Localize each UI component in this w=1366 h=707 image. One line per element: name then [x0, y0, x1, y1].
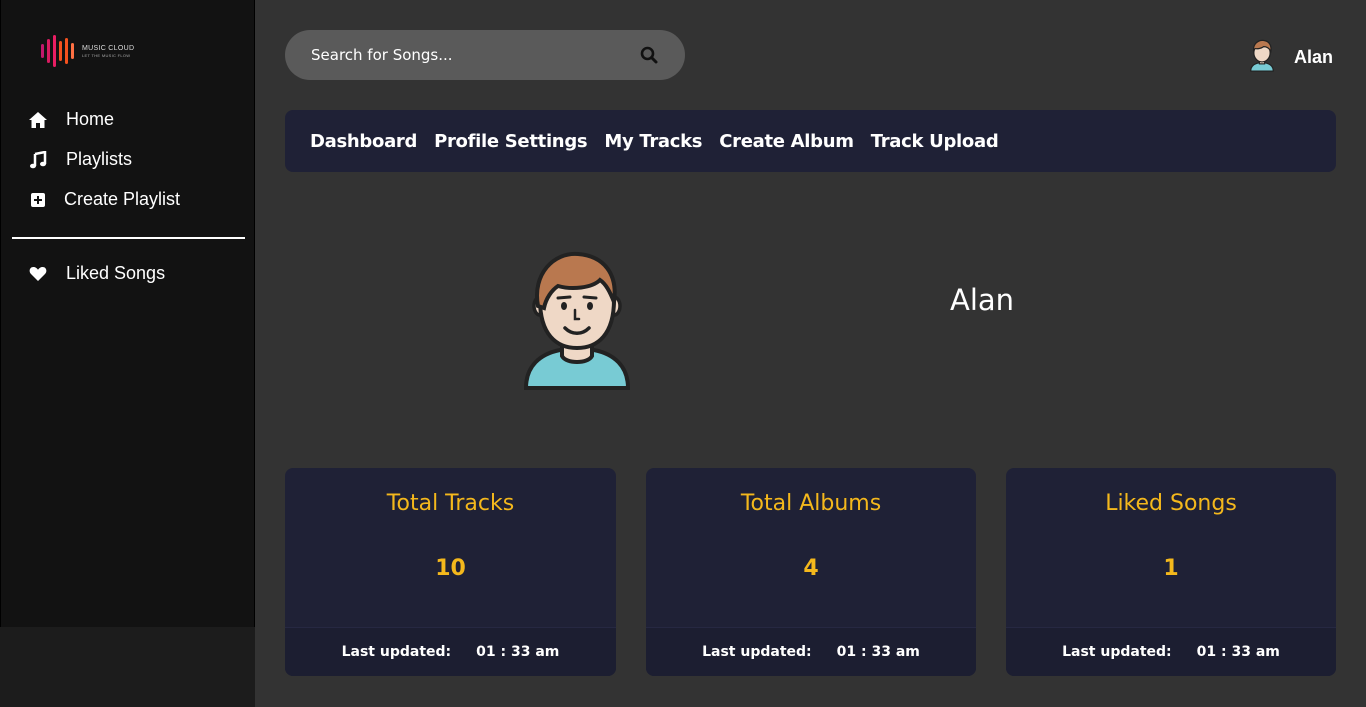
dashboard-tabs: Dashboard Profile Settings My Tracks Cre…: [285, 110, 1336, 172]
plus-square-icon: [28, 190, 48, 210]
last-updated-label: Last updated:: [341, 644, 452, 660]
sidebar-divider: [12, 237, 245, 239]
sidebar-item-liked-songs[interactable]: Liked Songs: [28, 263, 165, 284]
logo-icon: [41, 33, 74, 69]
app-logo[interactable]: MUSIC CLOUD LET THE MUSIC FLOW: [41, 33, 134, 69]
stat-title: Total Albums: [740, 491, 882, 516]
profile-avatar: [520, 248, 634, 396]
tab-create-album[interactable]: Create Album: [719, 131, 854, 152]
sidebar-item-label: Liked Songs: [66, 263, 166, 283]
last-updated-time: 01 : 33 am: [476, 644, 560, 660]
stat-footer: Last updated: 01 : 33 am: [646, 627, 976, 676]
stat-value: 10: [435, 556, 466, 581]
heart-icon: [28, 264, 48, 284]
logo-title: MUSIC CLOUD: [82, 44, 135, 52]
tab-profile-settings[interactable]: Profile Settings: [434, 131, 588, 152]
user-name: Alan: [1294, 46, 1334, 67]
sidebar-item-playlists[interactable]: Playlists: [28, 149, 132, 170]
home-icon: [28, 110, 48, 130]
last-updated-label: Last updated:: [702, 644, 812, 660]
stat-title: Total Tracks: [386, 491, 515, 516]
logo-tagline: LET THE MUSIC FLOW: [82, 52, 131, 58]
tab-track-upload[interactable]: Track Upload: [871, 131, 999, 152]
profile-name: Alan: [950, 283, 1015, 317]
stat-value: 4: [803, 556, 819, 581]
sidebar-item-create-playlist[interactable]: Create Playlist: [28, 189, 180, 210]
stat-footer: Last updated: 01 : 33 am: [285, 627, 616, 676]
sidebar-item-label: Playlists: [66, 149, 133, 169]
stat-value: 1: [1163, 556, 1179, 581]
stat-card-total-albums: Total Albums 4 Last updated: 01 : 33 am: [646, 468, 976, 676]
search-input[interactable]: [311, 46, 639, 64]
tab-my-tracks[interactable]: My Tracks: [604, 131, 702, 152]
last-updated-time: 01 : 33 am: [836, 644, 920, 660]
tab-dashboard[interactable]: Dashboard: [310, 131, 417, 152]
last-updated-label: Last updated:: [1062, 644, 1172, 660]
search-icon[interactable]: [639, 45, 659, 65]
avatar: [1248, 38, 1276, 76]
sidebar-item-home[interactable]: Home: [28, 109, 114, 130]
stat-footer: Last updated: 01 : 33 am: [1006, 627, 1336, 676]
logo-text: MUSIC CLOUD LET THE MUSIC FLOW: [82, 45, 134, 58]
last-updated-time: 01 : 33 am: [1196, 644, 1280, 660]
sidebar-footer: [0, 627, 255, 707]
sidebar-item-label: Home: [66, 109, 115, 129]
stat-card-total-tracks: Total Tracks 10 Last updated: 01 : 33 am: [285, 468, 616, 676]
stat-card-liked-songs: Liked Songs 1 Last updated: 01 : 33 am: [1006, 468, 1336, 676]
stat-title: Liked Songs: [1105, 491, 1237, 516]
sidebar-item-label: Create Playlist: [64, 189, 181, 209]
user-menu[interactable]: Alan: [1248, 38, 1333, 76]
music-note-icon: [28, 150, 48, 170]
sidebar: MUSIC CLOUD LET THE MUSIC FLOW Home Play…: [0, 0, 255, 627]
search-bar[interactable]: [285, 30, 685, 80]
